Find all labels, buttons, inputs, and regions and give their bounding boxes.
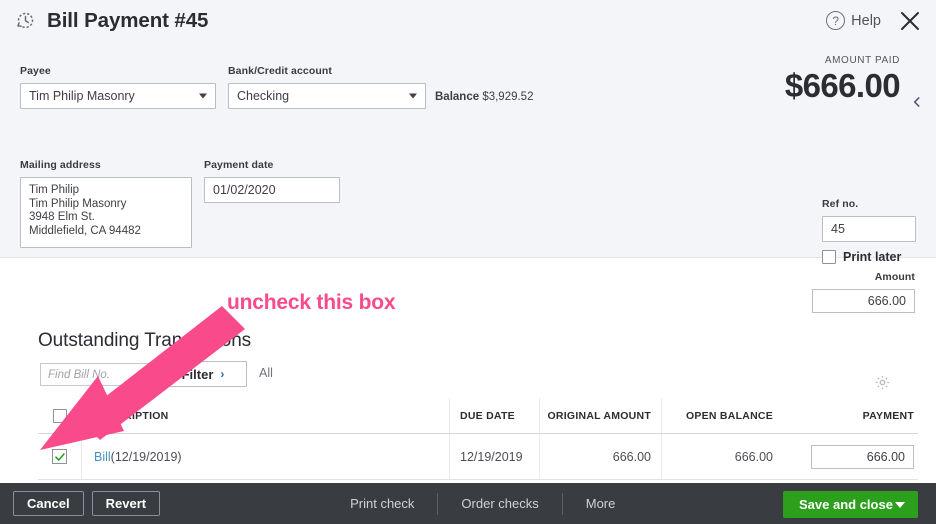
payment-details-panel: Payee Tim Philip Masonry Bank/Credit acc…	[0, 41, 936, 264]
address-line-4: Middlefield, CA 94482	[29, 224, 141, 237]
select-all-cell[interactable]	[38, 398, 81, 433]
address-line-3: 3948 Elm St.	[29, 211, 95, 224]
filter-label: Filter	[181, 366, 214, 382]
payment-date-value: 01/02/2020	[213, 183, 276, 197]
window-header: Bill Payment #45 ? Help	[0, 0, 936, 41]
amount-paid-value: $666.00	[784, 67, 901, 104]
amount-paid-label: AMOUNT PAID	[824, 55, 900, 66]
table-header-row: DESCRIPTION DUE DATE ORIGINAL AMOUNT OPE…	[38, 398, 918, 434]
mailing-address-textarea[interactable]: Tim Philip Tim Philip Masonry 3948 Elm S…	[20, 177, 192, 248]
address-line-2: Tim Philip Masonry	[29, 197, 127, 210]
row-due-date: 12/19/2019	[460, 449, 523, 464]
chevron-down-icon	[409, 93, 417, 99]
chevron-right-icon: ›	[220, 367, 225, 381]
ref-no-value: 45	[831, 222, 845, 236]
amount-column-value: 666.00	[867, 294, 906, 308]
ref-no-group: Ref no. 45	[822, 198, 916, 242]
bill-payment-window: Bill Payment #45 ? Help Payee Tim Philip…	[0, 0, 936, 524]
payment-date-input[interactable]: 01/02/2020	[204, 177, 340, 203]
save-and-close-button[interactable]: Save and close	[783, 491, 918, 518]
row-payment-input[interactable]: 666.00	[811, 444, 914, 469]
bank-account-label: Bank/Credit account	[228, 65, 333, 77]
amount-column-input[interactable]: 666.00	[812, 289, 915, 313]
bank-account-field-group: Bank/Credit account Checking	[228, 65, 426, 109]
chevron-left-icon[interactable]	[906, 91, 928, 113]
cancel-button[interactable]: Cancel	[13, 491, 84, 516]
print-later-group[interactable]: Print later	[822, 250, 901, 264]
payee-select[interactable]: Tim Philip Masonry	[20, 83, 216, 109]
page-title: Bill Payment #45	[47, 8, 209, 32]
find-bill-input[interactable]: Find Bill No.	[40, 363, 158, 386]
question-mark-icon: ?	[826, 11, 846, 30]
order-checks-button[interactable]: Order checks	[461, 496, 538, 511]
payee-value: Tim Philip Masonry	[29, 89, 135, 103]
row-original-amount: 666.00	[612, 449, 651, 464]
balance-display: Balance $3,929.52	[435, 91, 533, 103]
select-all-checkbox[interactable]	[52, 408, 67, 423]
table-row: Bill (12/19/2019) 12/19/2019 666.00 666.…	[38, 434, 918, 480]
annotation-text: uncheck this box	[227, 291, 396, 314]
toolbar-divider	[561, 492, 563, 515]
column-header-original-amount: ORIGINAL AMOUNT	[547, 409, 651, 422]
toolbar-divider	[437, 492, 439, 515]
balance-label: Balance	[435, 91, 480, 103]
column-header-payment: PAYMENT	[862, 409, 914, 422]
print-later-label: Print later	[843, 250, 902, 264]
chevron-down-icon	[199, 93, 207, 99]
column-header-open-balance: OPEN BALANCE	[685, 409, 773, 422]
bill-date-text: (12/19/2019)	[110, 449, 182, 464]
mailing-address-group: Mailing address Tim Philip Tim Philip Ma…	[20, 159, 192, 248]
balance-value: $3,929.52	[482, 91, 534, 103]
ref-no-input[interactable]: 45	[822, 216, 916, 242]
outstanding-transactions-table: DESCRIPTION DUE DATE ORIGINAL AMOUNT OPE…	[38, 398, 918, 480]
row-description-cell: Bill (12/19/2019)	[81, 434, 449, 479]
filter-button[interactable]: Filter ›	[159, 361, 247, 387]
history-clock-icon[interactable]	[14, 10, 36, 32]
find-bill-placeholder: Find Bill No.	[48, 368, 110, 381]
amount-column-group: Amount 666.00	[812, 271, 915, 313]
payee-field-group: Payee Tim Philip Masonry	[20, 65, 216, 109]
bank-account-value: Checking	[237, 89, 290, 103]
row-payment-value: 666.00	[866, 449, 905, 464]
print-later-checkbox[interactable]	[822, 250, 836, 264]
bill-link[interactable]: Bill	[94, 450, 111, 464]
chevron-down-icon[interactable]	[895, 501, 905, 508]
bottom-toolbar: Cancel Revert Print check Order checks M…	[0, 483, 936, 524]
column-header-description: DESCRIPTION	[94, 409, 169, 422]
bank-account-select[interactable]: Checking	[228, 83, 426, 109]
amount-paid-display: AMOUNT PAID $666.00	[784, 55, 901, 105]
filter-all-label: All	[259, 366, 273, 380]
header-actions: ? Help	[826, 0, 924, 41]
amount-column-label: Amount	[874, 271, 915, 283]
column-header-due-date: DUE DATE	[460, 409, 515, 422]
mailing-address-label: Mailing address	[20, 159, 101, 171]
help-label: Help	[851, 12, 881, 29]
revert-button[interactable]: Revert	[91, 491, 161, 516]
payment-date-group: Payment date 01/02/2020	[204, 159, 340, 203]
outstanding-transactions-title: Outstanding Transactions	[38, 330, 252, 351]
print-check-button[interactable]: Print check	[350, 496, 414, 511]
payment-date-label: Payment date	[204, 159, 274, 171]
close-icon[interactable]	[896, 7, 924, 35]
save-and-close-label: Save and close	[799, 497, 893, 512]
payee-label: Payee	[20, 65, 51, 77]
row-open-balance: 666.00	[734, 449, 773, 464]
help-button[interactable]: ? Help	[826, 11, 881, 30]
gear-icon[interactable]	[874, 374, 891, 396]
address-line-1: Tim Philip	[29, 184, 80, 196]
row-select-cell[interactable]	[38, 434, 81, 479]
row-checkbox-checked[interactable]	[52, 449, 67, 464]
more-button[interactable]: More	[586, 496, 616, 511]
ref-no-label: Ref no.	[822, 198, 859, 210]
